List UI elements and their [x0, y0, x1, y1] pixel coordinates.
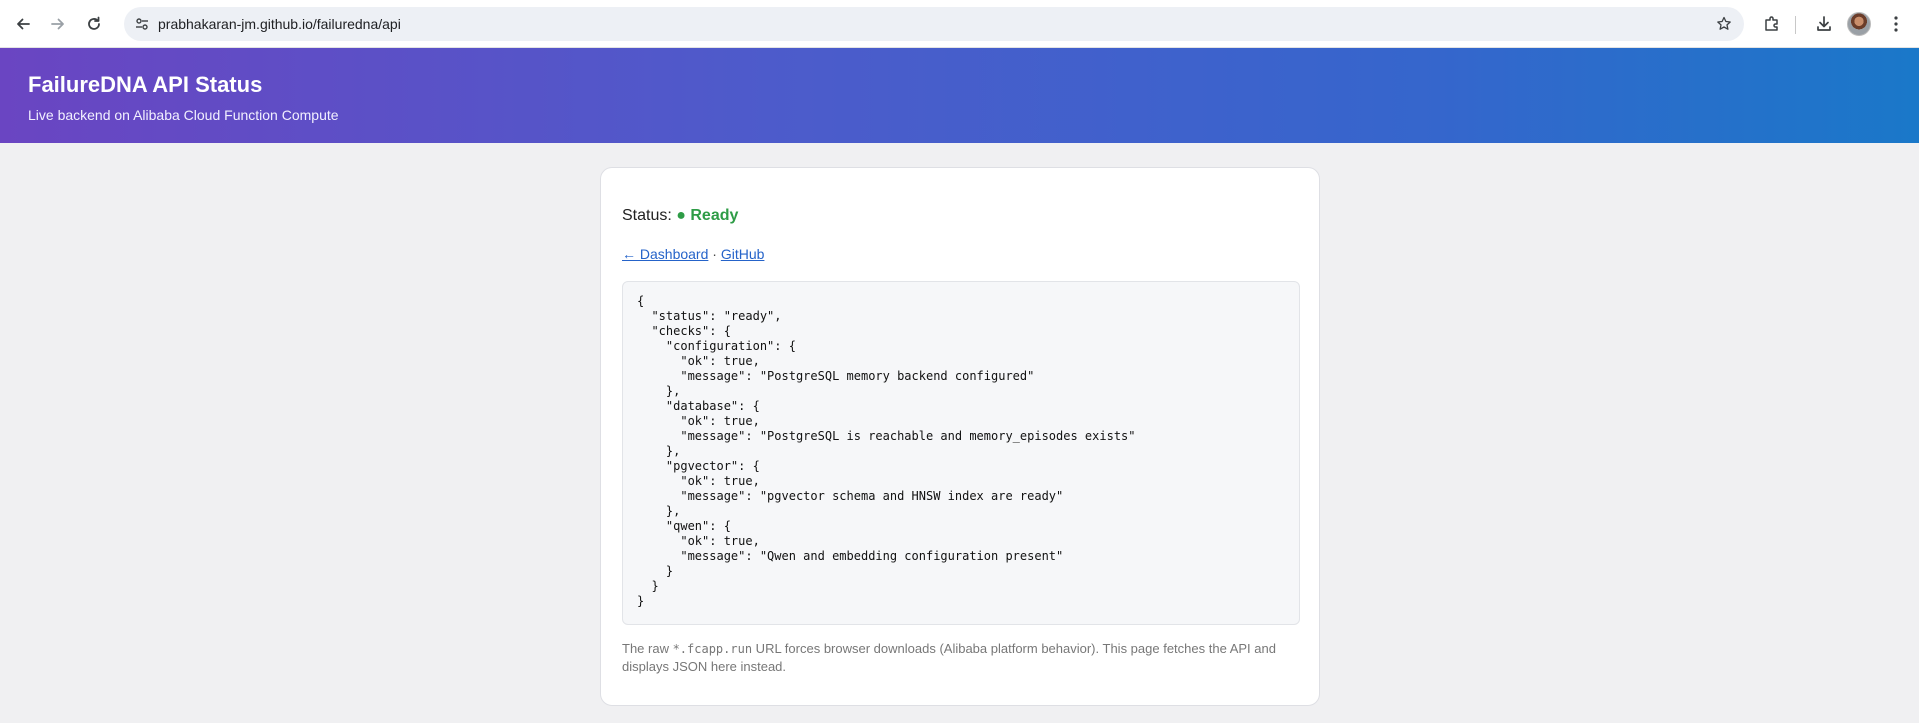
link-separator: · [712, 246, 717, 262]
dashboard-link[interactable]: ← Dashboard [622, 246, 708, 262]
header-banner [0, 48, 1919, 143]
forward-arrow-icon[interactable] [44, 10, 72, 38]
browser-toolbar: prabhakaran-jm.github.io/failuredna/api [0, 0, 1919, 48]
json-output-panel: { "status": "ready", "checks": { "config… [622, 281, 1300, 625]
json-output: { "status": "ready", "checks": { "config… [637, 294, 1136, 608]
reload-icon[interactable] [80, 10, 108, 38]
avatar[interactable] [1847, 12, 1871, 36]
github-link[interactable]: GitHub [721, 246, 765, 262]
page-title: FailureDNA API Status [28, 72, 263, 97]
footnote-prefix: The raw [622, 641, 673, 656]
nav-links: ← Dashboard · GitHub [622, 245, 764, 263]
address-bar[interactable]: prabhakaran-jm.github.io/failuredna/api [124, 7, 1744, 41]
extensions-icon[interactable] [1758, 10, 1786, 38]
star-icon[interactable] [1714, 14, 1734, 34]
toolbar-divider [1795, 16, 1796, 34]
status-badge: ● Ready [676, 207, 739, 224]
back-arrow-icon[interactable] [9, 10, 37, 38]
footnote: The raw *.fcapp.run URL forces browser d… [622, 640, 1302, 675]
url-text[interactable]: prabhakaran-jm.github.io/failuredna/api [158, 15, 401, 33]
more-menu-icon[interactable] [1884, 12, 1908, 36]
status-card: Status: ● Ready ← Dashboard · GitHub { "… [600, 167, 1320, 706]
status-label: Status: [622, 207, 672, 224]
site-info-icon[interactable] [132, 14, 152, 34]
footnote-code: *.fcapp.run [672, 642, 753, 656]
download-icon[interactable] [1810, 10, 1838, 38]
status-line: Status: ● Ready [622, 205, 738, 227]
page-subtitle: Live backend on Alibaba Cloud Function C… [28, 107, 339, 123]
